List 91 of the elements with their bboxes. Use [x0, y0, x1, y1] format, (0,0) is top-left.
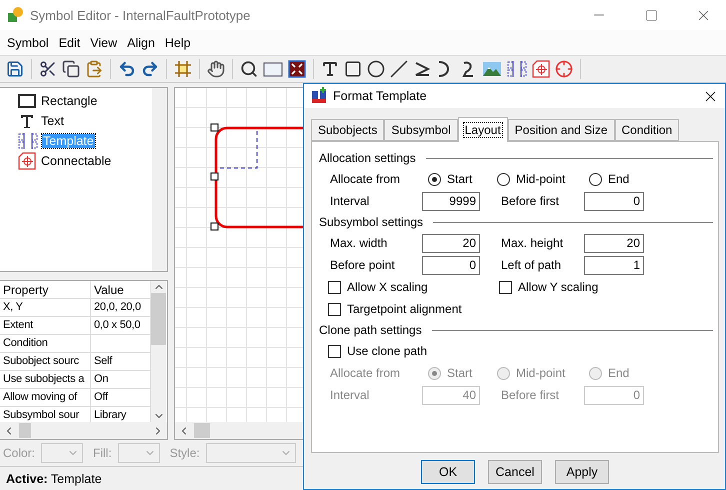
field-label: Max. height: [501, 236, 564, 250]
field-label: Before first: [501, 194, 560, 208]
zoom-icon[interactable]: [240, 60, 258, 78]
tab[interactable]: Position and Size: [508, 119, 615, 141]
menu-item[interactable]: View: [85, 36, 122, 50]
checkbox-option[interactable]: Use clone path: [328, 344, 501, 358]
radio-option[interactable]: Mid-point: [497, 172, 584, 186]
rectangle-tool-icon[interactable]: [344, 60, 362, 78]
template-icon: [507, 60, 527, 78]
save-icon[interactable]: [6, 60, 24, 78]
selection-handle[interactable]: [210, 172, 218, 180]
style-label: Style:: [170, 446, 200, 460]
number-field[interactable]: 1: [584, 256, 644, 274]
property-name-cell: Subobject sourc: [0, 353, 91, 371]
tab[interactable]: Layout: [458, 117, 508, 142]
connectable-icon: [532, 60, 550, 78]
app-icon: [6, 6, 24, 24]
vertical-scrollbar[interactable]: [151, 281, 166, 422]
number-field[interactable]: 20: [584, 234, 644, 252]
horizontal-scrollbar[interactable]: [0, 422, 167, 439]
status-text: Active: Template: [6, 472, 102, 486]
column-header[interactable]: Property: [0, 281, 91, 299]
checkbox-option[interactable]: Allow Y scaling: [499, 280, 644, 294]
property-name-cell: Extent: [0, 317, 91, 335]
radio-option[interactable]: Start: [428, 172, 480, 186]
field-label: Interval: [330, 194, 370, 208]
property-name-cell: Condition: [0, 335, 91, 353]
grid-snap-icon[interactable]: [174, 60, 192, 78]
redo-icon[interactable]: [141, 60, 159, 78]
section-title: Clone path settings: [319, 323, 422, 337]
template-icon: [18, 132, 38, 150]
paste-icon[interactable]: [85, 60, 103, 78]
polyline-tool-icon[interactable]: [413, 60, 431, 78]
tree-item[interactable]: Rectangle: [40, 94, 98, 108]
property-name-cell: X, Y: [0, 299, 91, 317]
dialog-button[interactable]: OK: [421, 460, 475, 484]
property-name-cell: Use subobjects a: [0, 371, 91, 389]
scrollbar-thumb[interactable]: [194, 423, 210, 438]
menu-item[interactable]: Edit: [54, 36, 86, 50]
menu-item[interactable]: Help: [160, 36, 196, 50]
tab[interactable]: Subsymbol: [384, 119, 458, 141]
crosshair-tool-icon[interactable]: [555, 60, 573, 78]
dialog-title: Format Template: [333, 89, 428, 103]
scrollbar-thumb[interactable]: [19, 423, 31, 438]
tab[interactable]: Subobjects: [311, 119, 384, 141]
cut-icon[interactable]: [39, 60, 57, 78]
dialog-button[interactable]: Apply: [555, 460, 609, 484]
rectangle-icon: [18, 94, 36, 108]
tab[interactable]: Condition: [614, 119, 680, 141]
style-label: Color:: [3, 446, 36, 460]
field-label: Allocate from: [330, 172, 402, 186]
style-label: Fill:: [93, 446, 112, 460]
tree-item[interactable]: Connectable: [40, 154, 112, 168]
zoom-fit-icon[interactable]: [288, 60, 306, 78]
field-label: Interval: [330, 388, 370, 402]
menu-item[interactable]: Symbol: [2, 36, 54, 50]
text-tool-icon[interactable]: [321, 60, 339, 78]
menu-item[interactable]: Align: [122, 36, 160, 50]
undo-icon[interactable]: [118, 60, 136, 78]
zoom-area-icon[interactable]: [263, 61, 283, 77]
number-field[interactable]: 0: [584, 192, 644, 210]
image-tool-icon[interactable]: [482, 60, 502, 78]
selection-handle[interactable]: [210, 124, 218, 132]
selection-handle[interactable]: [210, 222, 218, 230]
section-title: Subsymbol settings: [319, 215, 424, 229]
section-title: Allocation settings: [319, 151, 416, 165]
field-label: Max. width: [330, 236, 388, 250]
template-outline[interactable]: [218, 130, 258, 168]
window-title: Symbol Editor - InternalFaultPrototype: [30, 8, 252, 22]
checkbox-option[interactable]: Targetpoint alignment: [328, 302, 501, 316]
number-field[interactable]: 0: [422, 256, 480, 274]
number-field[interactable]: 9999: [422, 192, 480, 210]
radio-option[interactable]: End: [589, 172, 644, 186]
number-field[interactable]: 20: [422, 234, 480, 252]
connectable-icon: [18, 152, 36, 170]
tree-scrollbar[interactable]: [152, 88, 167, 271]
text-icon: [18, 113, 36, 129]
copy-icon[interactable]: [62, 60, 80, 78]
field-label: Before first: [501, 388, 560, 402]
field-label: Allocate from: [330, 366, 402, 380]
field-label: Before point: [330, 258, 396, 272]
field-label: Left of path: [501, 258, 562, 272]
tree-item[interactable]: Text: [40, 114, 65, 128]
hand-icon[interactable]: [207, 60, 225, 78]
ellipse-tool-icon[interactable]: [367, 60, 385, 78]
maximize-icon[interactable]: [644, 8, 658, 22]
line-tool-icon[interactable]: [390, 60, 408, 78]
checkbox-option[interactable]: Allow X scaling: [328, 280, 501, 294]
property-name-cell: Allow moving of: [0, 389, 91, 407]
dialog-icon: [310, 87, 328, 105]
dialog-button[interactable]: Cancel: [488, 460, 542, 484]
